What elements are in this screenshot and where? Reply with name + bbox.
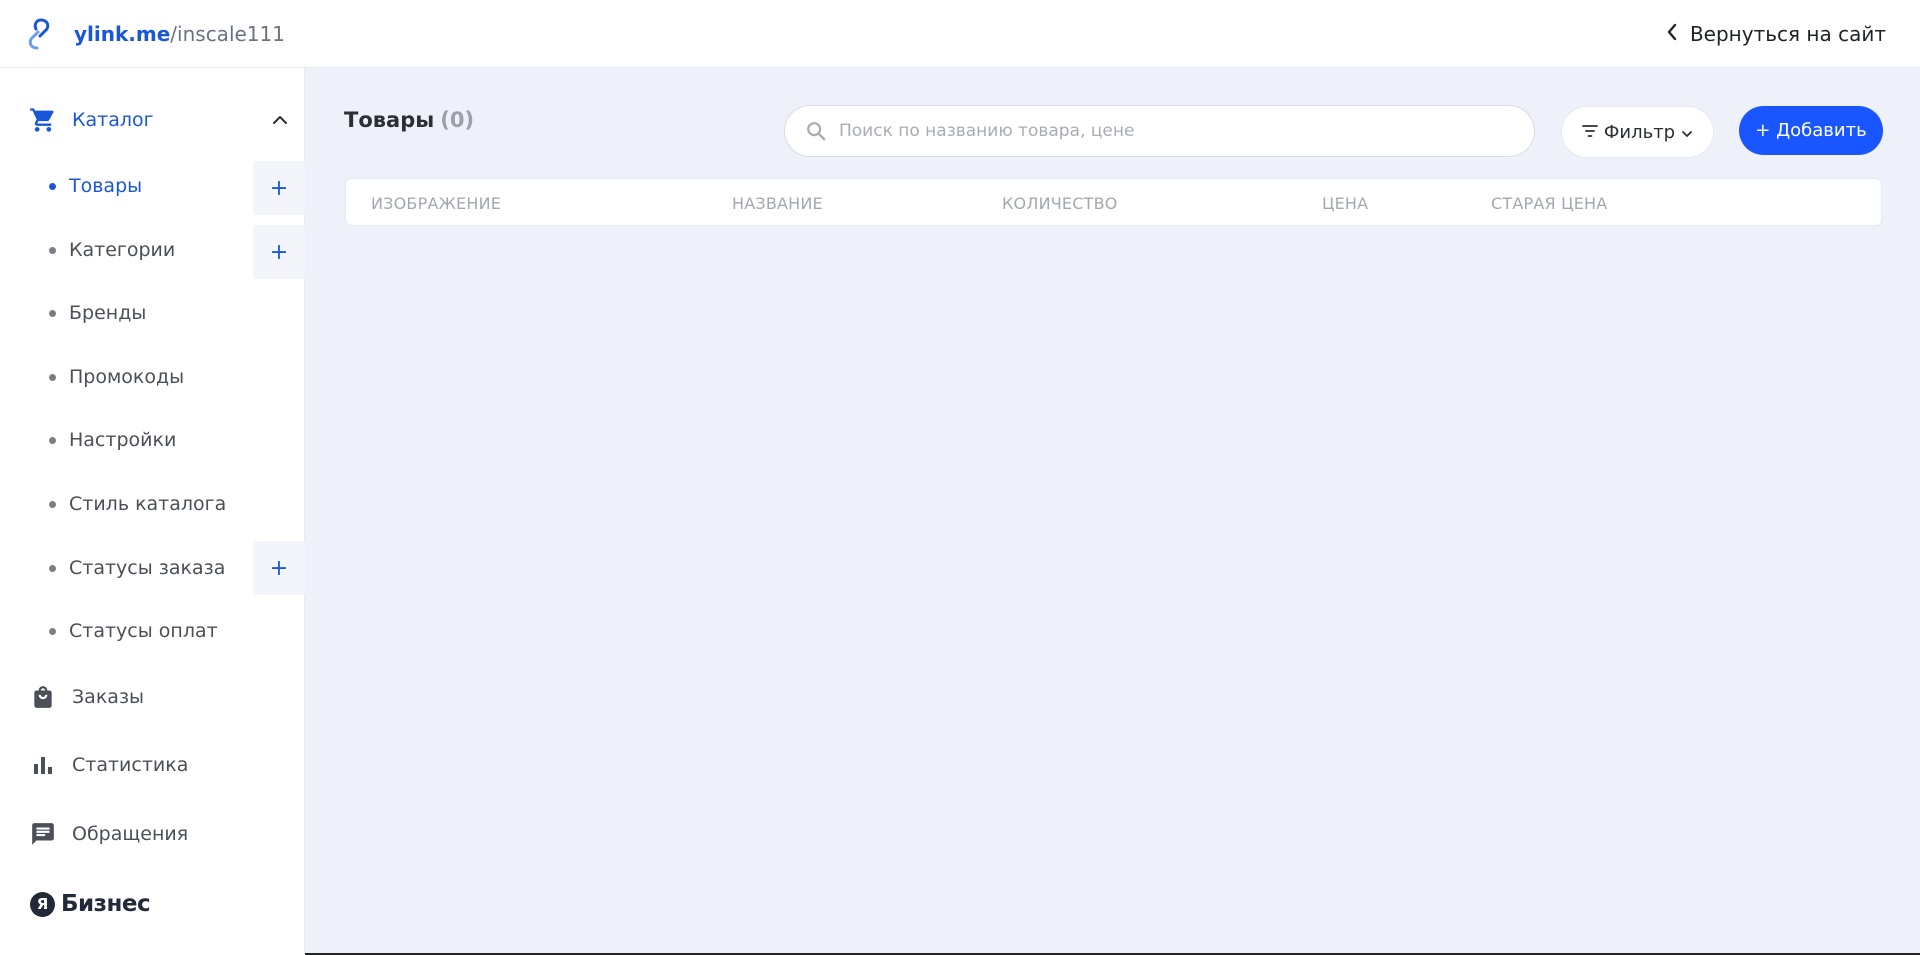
sidebar-item-label: Промокоды xyxy=(69,366,185,388)
bar-chart-icon xyxy=(28,750,58,780)
bullet-dot xyxy=(49,500,56,508)
sidebar-item-label: Стиль каталога xyxy=(69,493,227,515)
bullet-dot xyxy=(49,246,56,254)
sidebar-item-order-statuses[interactable]: Статусы заказа xyxy=(0,544,252,592)
column-header-image[interactable]: ИЗОБРАЖЕНИЕ xyxy=(371,179,501,227)
brand[interactable]: ylink.me/inscale111 xyxy=(0,0,285,68)
link-logo-icon xyxy=(24,16,54,52)
sidebar-item-catalog-style[interactable]: Стиль каталога xyxy=(0,480,252,528)
add-order-status-button[interactable]: + xyxy=(253,541,305,595)
sidebar-item-brands[interactable]: Бренды xyxy=(0,289,252,337)
filter-label: Фильтр xyxy=(1603,121,1676,143)
column-header-price[interactable]: ЦЕНА xyxy=(1322,179,1368,227)
brand-path: /inscale111 xyxy=(170,21,285,46)
products-table-header: ИЗОБРАЖЕНИЕ НАЗВАНИЕ КОЛИЧЕСТВО ЦЕНА СТА… xyxy=(345,178,1882,226)
cart-icon xyxy=(28,105,58,135)
sidebar-item-label: Бренды xyxy=(69,302,147,324)
add-product-main-button[interactable]: + Добавить xyxy=(1739,106,1883,155)
page-title-text: Товары xyxy=(344,108,435,132)
search-icon xyxy=(805,120,827,142)
sidebar-section-label: Статистика xyxy=(72,754,189,776)
page-title: Товары (0) xyxy=(344,108,474,132)
sidebar-section-catalog[interactable]: Каталог xyxy=(0,90,305,150)
search-input[interactable] xyxy=(839,121,1519,141)
chevron-up-icon[interactable] xyxy=(270,110,290,130)
sidebar-section-label: Обращения xyxy=(72,823,189,845)
add-product-button[interactable]: + xyxy=(253,161,305,215)
sidebar-item-label: Статусы оплат xyxy=(69,620,218,642)
sidebar-section-label: Каталог xyxy=(72,109,154,131)
top-header: ylink.me/inscale111 Вернуться на сайт xyxy=(0,0,1920,68)
sidebar-item-label: Настройки xyxy=(69,429,177,451)
sidebar-section-requests[interactable]: Обращения xyxy=(0,804,305,864)
sidebar-item-label: Товары xyxy=(69,175,143,197)
filter-button[interactable]: Фильтр xyxy=(1561,106,1714,158)
message-icon xyxy=(28,819,58,849)
items-count: (0) xyxy=(440,108,475,132)
yandex-business-logo[interactable]: Я Бизнес xyxy=(30,891,151,917)
chevron-down-icon xyxy=(1681,122,1693,143)
sidebar-section-label: Заказы xyxy=(72,686,145,708)
filter-icon xyxy=(1581,122,1598,143)
bullet-dot xyxy=(49,309,56,317)
bullet-dot xyxy=(49,627,56,635)
bullet-dot xyxy=(49,182,56,190)
bullet-dot xyxy=(49,373,56,381)
column-header-quantity[interactable]: КОЛИЧЕСТВО xyxy=(1002,179,1118,227)
chevron-left-icon xyxy=(1666,22,1678,46)
sidebar-item-products[interactable]: Товары xyxy=(0,162,252,210)
shopping-bag-icon xyxy=(28,682,58,712)
back-to-site-link[interactable]: Вернуться на сайт xyxy=(1666,22,1886,46)
plus-icon: + xyxy=(269,555,289,581)
sidebar: Каталог Товары + Категории + Бренды Пром… xyxy=(0,68,305,955)
sidebar-item-label: Категории xyxy=(69,239,176,261)
plus-icon: + xyxy=(269,239,289,265)
column-header-old-price[interactable]: СТАРАЯ ЦЕНА xyxy=(1491,179,1607,227)
column-header-name[interactable]: НАЗВАНИЕ xyxy=(732,179,823,227)
brand-text: ylink.me/inscale111 xyxy=(74,22,285,46)
plus-icon: + xyxy=(269,175,289,201)
sidebar-item-label: Статусы заказа xyxy=(69,557,226,579)
sidebar-item-promocodes[interactable]: Промокоды xyxy=(0,353,252,401)
back-link-label: Вернуться на сайт xyxy=(1689,21,1886,46)
sidebar-item-payment-statuses[interactable]: Статусы оплат xyxy=(0,607,252,655)
yandex-logo-icon: Я xyxy=(30,891,55,917)
sidebar-section-statistics[interactable]: Статистика xyxy=(0,735,305,795)
search-field[interactable] xyxy=(784,105,1535,157)
sidebar-item-categories[interactable]: Категории xyxy=(0,226,252,274)
sidebar-section-orders[interactable]: Заказы xyxy=(0,667,305,727)
add-category-button[interactable]: + xyxy=(253,225,305,279)
sidebar-item-settings[interactable]: Настройки xyxy=(0,416,252,464)
bullet-dot xyxy=(49,436,56,444)
bullet-dot xyxy=(49,564,56,572)
yandex-logo-text: Бизнес xyxy=(61,891,151,917)
brand-domain: ylink.me xyxy=(74,21,171,46)
